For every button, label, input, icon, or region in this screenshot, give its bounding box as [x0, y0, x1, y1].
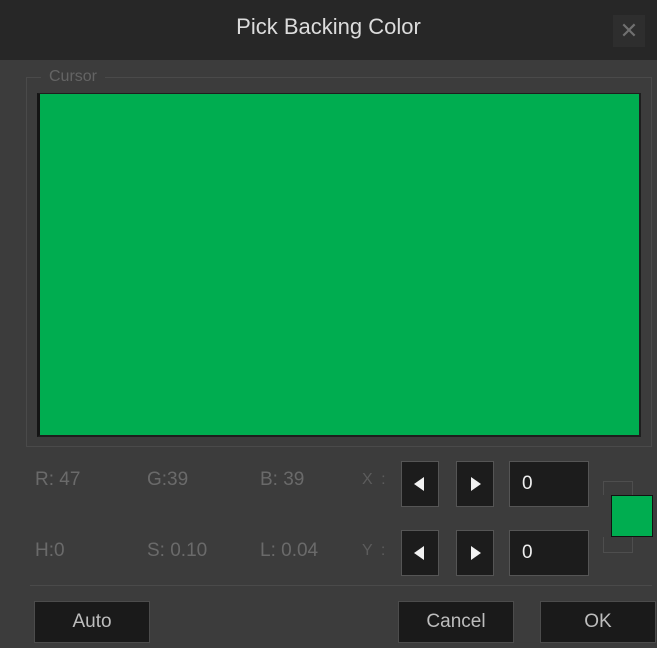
- red-readout: R: 47: [35, 469, 81, 490]
- separator: [30, 585, 652, 586]
- auto-button[interactable]: Auto: [34, 601, 150, 643]
- ok-button[interactable]: OK: [540, 601, 656, 643]
- cursor-group-label: Cursor: [41, 68, 106, 86]
- swatch-bracket-top: [603, 481, 633, 495]
- y-decrement-button[interactable]: [401, 530, 439, 576]
- title-bar: Pick Backing Color ✕: [0, 0, 657, 60]
- triangle-left-icon: [414, 546, 424, 560]
- color-preview-area[interactable]: [37, 93, 641, 437]
- triangle-left-icon: [414, 477, 424, 491]
- x-value-field[interactable]: 0: [509, 461, 589, 507]
- picked-color-swatch: [611, 495, 653, 537]
- green-readout: G:39: [147, 469, 189, 490]
- pick-backing-color-dialog: Pick Backing Color ✕ Cursor R: 47 G:39 B…: [0, 0, 657, 648]
- blue-readout: B: 39: [260, 469, 305, 490]
- saturation-readout: S: 0.10: [147, 540, 208, 561]
- dialog-title: Pick Backing Color: [236, 14, 421, 39]
- close-button[interactable]: ✕: [613, 15, 645, 47]
- lightness-readout: L: 0.04: [260, 540, 319, 561]
- y-increment-button[interactable]: [456, 530, 494, 576]
- x-label: X :: [362, 471, 388, 488]
- triangle-right-icon: [471, 477, 481, 491]
- close-icon: ✕: [619, 18, 639, 43]
- swatch-bracket-bottom: [603, 537, 633, 553]
- hue-readout: H:0: [35, 540, 65, 561]
- cancel-button[interactable]: Cancel: [398, 601, 514, 643]
- x-increment-button[interactable]: [456, 461, 494, 507]
- y-label: Y :: [362, 542, 388, 559]
- y-value-field[interactable]: 0: [509, 530, 589, 576]
- x-decrement-button[interactable]: [401, 461, 439, 507]
- triangle-right-icon: [471, 546, 481, 560]
